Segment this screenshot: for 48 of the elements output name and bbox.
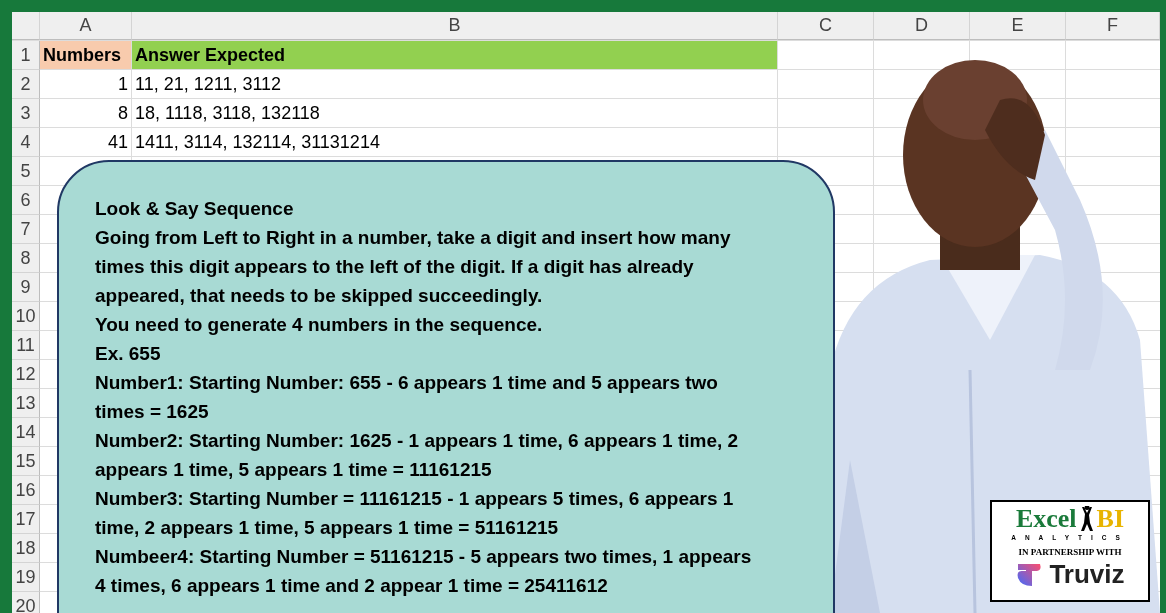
column-header[interactable]: C <box>778 12 874 40</box>
column-header[interactable]: A <box>40 12 132 40</box>
row-header[interactable]: 5 <box>12 157 40 186</box>
select-all-corner[interactable] <box>12 12 40 40</box>
row-header[interactable]: 16 <box>12 476 40 505</box>
row-header[interactable]: 19 <box>12 563 40 592</box>
row-header[interactable]: 12 <box>12 360 40 389</box>
row-header[interactable]: 18 <box>12 534 40 563</box>
row-header[interactable]: 3 <box>12 99 40 128</box>
row-header[interactable]: 9 <box>12 273 40 302</box>
row-header[interactable]: 14 <box>12 418 40 447</box>
row-header[interactable]: 20 <box>12 592 40 613</box>
row-header[interactable]: 8 <box>12 244 40 273</box>
row-header[interactable]: 4 <box>12 128 40 157</box>
row-header[interactable]: 7 <box>12 215 40 244</box>
callout-text: You need to generate 4 numbers in the sequence. <box>95 313 544 337</box>
row-header[interactable]: 17 <box>12 505 40 534</box>
table-cell: 41 <box>40 128 132 157</box>
row-header[interactable]: 10 <box>12 302 40 331</box>
callout-text: Going from Left to Right in a number, take a digit and insert how many times this digit appears to the left of the digit. If a digit has already appeared, that needs to be skipped succeedingly. <box>95 226 732 308</box>
row-header[interactable]: 15 <box>12 447 40 476</box>
partnership-text: IN PARTNERSHIP WITH <box>1018 547 1122 557</box>
logo-text: Excel <box>1015 506 1077 532</box>
row-header[interactable]: 11 <box>12 331 40 360</box>
callout-text: Numbeer4: Starting Number = 51161215 - 5 appears two times, 1 appears 4 times, 6 appears 1 time and 2 appear 1 time = 25411612 <box>95 545 753 598</box>
column-heading: Numbers <box>40 41 132 70</box>
row-header[interactable]: 6 <box>12 186 40 215</box>
column-header[interactable]: F <box>1066 12 1160 40</box>
row-header[interactable]: 1 <box>12 41 40 70</box>
table-cell: 1411, 3114, 132114, 31131214 <box>132 128 778 157</box>
column-heading: Answer Expected <box>132 41 778 70</box>
table-cell: 1 <box>40 70 132 99</box>
callout-text: Look & Say Sequence <box>95 197 295 221</box>
callout-text: Ex. 655 <box>95 342 162 366</box>
table-cell: 8 <box>40 99 132 128</box>
column-header[interactable]: B <box>132 12 778 40</box>
callout-text: Number1: Starting Number: 655 - 6 appears 1 time and 5 appears two times = 1625 <box>95 371 719 424</box>
row-header[interactable]: 2 <box>12 70 40 99</box>
table-cell: 18, 1118, 3118, 132118 <box>132 99 778 128</box>
callout-text: Number3: Starting Number = 11161215 - 1 appears 5 times, 6 appears 1 time, 2 appears 1 time, 5 appears 1 time = 51161215 <box>95 487 735 540</box>
callout-text: Number2: Starting Number: 1625 - 1 appears 1 time, 6 appears 1 time, 2 appears 1 time, 5 appears 1 time = 11161215 <box>95 429 740 482</box>
table-cell: 11, 21, 1211, 3112 <box>132 70 778 99</box>
partner-name: Truviz <box>1049 560 1125 588</box>
row-header[interactable]: 13 <box>12 389 40 418</box>
column-header[interactable]: D <box>874 12 970 40</box>
jumping-figure-icon <box>1079 506 1094 532</box>
column-header[interactable]: E <box>970 12 1066 40</box>
logo-text: BI <box>1096 506 1125 532</box>
